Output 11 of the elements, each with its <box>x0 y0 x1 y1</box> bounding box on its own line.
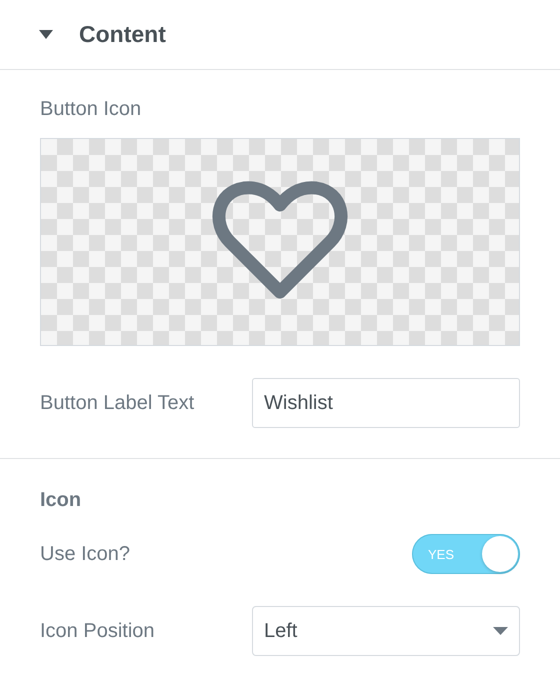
section-heading: Icon <box>40 489 82 512</box>
section-header[interactable]: Content <box>0 0 560 70</box>
select-field[interactable]: Left <box>252 606 520 656</box>
field-label: Button Icon <box>40 98 142 120</box>
field-label: Use Icon? <box>40 542 130 566</box>
input-field[interactable]: Wishlist <box>252 378 520 428</box>
caret-icon <box>493 627 508 635</box>
section-title: Content <box>79 21 166 48</box>
icon-picker[interactable] <box>40 138 520 346</box>
field-label: Button Label Text <box>40 392 194 414</box>
field-label: Icon Position <box>40 620 155 642</box>
